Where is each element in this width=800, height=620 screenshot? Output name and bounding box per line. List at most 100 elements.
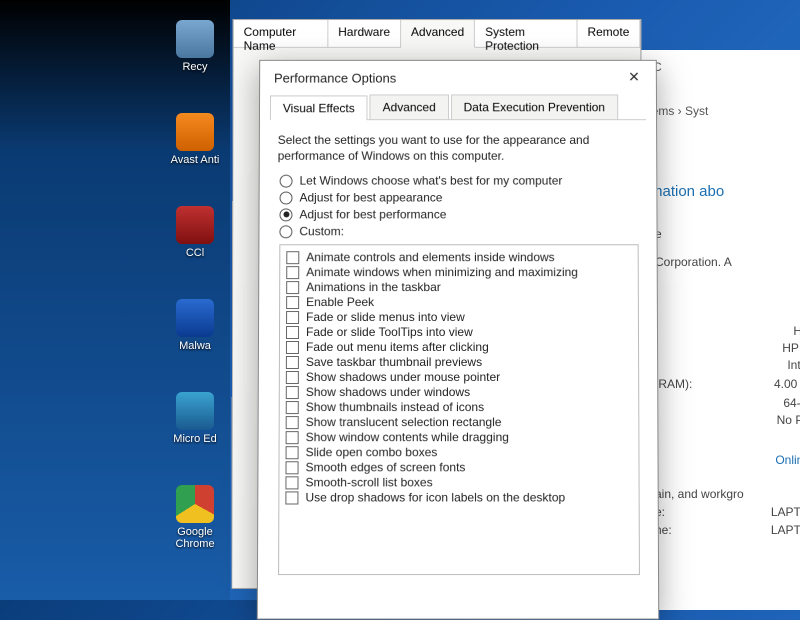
checkbox-row[interactable]: Fade out menu items after clicking <box>286 340 632 354</box>
checkbox-row[interactable]: Smooth-scroll list boxes <box>285 476 632 490</box>
radio-icon <box>279 225 292 238</box>
checkbox-label: Animations in the taskbar <box>306 280 441 294</box>
checkbox-row[interactable]: Show window contents while dragging <box>286 431 633 445</box>
checkbox-label: Show shadows under windows <box>306 385 470 399</box>
checkbox-row[interactable]: Smooth edges of screen fonts <box>285 461 632 475</box>
checkbox-icon <box>286 431 299 444</box>
performance-options-dialog: Performance Options ✕ Visual Effects Adv… <box>257 60 659 620</box>
checkbox-label: Fade out menu items after clicking <box>306 340 489 354</box>
desktop-icon-avast[interactable]: Avast Anti <box>163 113 227 166</box>
perf-body: Select the settings you want to use for … <box>258 120 658 618</box>
checkbox-row[interactable]: Use drop shadows for icon labels on the … <box>285 491 632 505</box>
checkbox-icon <box>286 326 299 339</box>
breadcrumb-path[interactable]: Items › Syst <box>645 104 800 118</box>
tab-remote[interactable]: Remote <box>577 20 640 47</box>
desktop-icon-malwarebytes[interactable]: Malwa <box>163 299 227 352</box>
close-button[interactable]: ✕ <box>620 67 648 89</box>
dialog-titlebar[interactable]: Performance Options ✕ <box>260 61 656 95</box>
checkbox-label: Use drop shadows for icon labels on the … <box>305 491 565 505</box>
checkbox-label: Fade or slide ToolTips into view <box>306 325 473 339</box>
checkbox-icon <box>286 281 299 294</box>
chrome-icon <box>176 485 214 523</box>
checkbox-icon <box>286 356 299 369</box>
breadcrumb[interactable]: PC <box>645 60 800 74</box>
checkbox-row[interactable]: Show translucent selection rectangle <box>286 415 633 429</box>
checkbox-row[interactable]: Slide open combo boxes <box>286 446 633 460</box>
desktop: Recy Avast Anti CCl Malwa Micro Ed Googl… <box>0 0 230 600</box>
radio-label: Custom: <box>299 225 344 239</box>
checkbox-icon <box>285 461 298 474</box>
checkbox-label: Animate windows when minimizing and maxi… <box>306 266 578 280</box>
close-icon: ✕ <box>628 69 640 85</box>
tab-advanced[interactable]: Advanced <box>401 20 475 48</box>
checkbox-label: Show translucent selection rectangle <box>306 415 502 429</box>
checkbox-label: Show window contents while dragging <box>306 431 509 445</box>
visual-effects-list[interactable]: Animate controls and elements inside win… <box>278 245 640 576</box>
system-properties-tabs: Computer Name Hardware Advanced System P… <box>234 20 641 48</box>
radio-best-performance[interactable]: Adjust for best performance <box>279 208 638 222</box>
checkbox-icon <box>286 416 299 429</box>
checkbox-label: Smooth edges of screen fonts <box>306 461 466 475</box>
radio-icon <box>279 208 292 221</box>
tab-hardware[interactable]: Hardware <box>328 20 401 47</box>
checkbox-icon <box>286 446 299 459</box>
checkbox-row[interactable]: Show shadows under windows <box>286 385 632 399</box>
radio-best-appearance[interactable]: Adjust for best appearance <box>280 191 639 205</box>
radio-label: Adjust for best appearance <box>299 191 442 205</box>
checkbox-icon <box>286 311 299 324</box>
tab-system-protection[interactable]: System Protection <box>475 20 577 47</box>
radio-icon <box>280 191 293 204</box>
desktop-icon-edge[interactable]: Micro Ed <box>163 392 227 445</box>
radio-custom[interactable]: Custom: <box>279 225 638 239</box>
tab-computer-name[interactable]: Computer Name <box>234 20 329 47</box>
edge-icon <box>176 392 214 430</box>
checkbox-row[interactable]: Fade or slide ToolTips into view <box>286 325 632 339</box>
info-heading: rmation abo <box>645 183 800 200</box>
desktop-icon-label: Malwa <box>163 340 227 352</box>
radio-icon <box>280 175 293 188</box>
checkbox-icon <box>286 341 299 354</box>
checkbox-label: Save taskbar thumbnail previews <box>306 355 482 369</box>
desktop-icon-label: Recy <box>163 61 227 73</box>
tab-advanced[interactable]: Advanced <box>370 94 449 119</box>
checkbox-icon <box>285 476 298 489</box>
desktop-icon-label: Avast Anti <box>163 154 227 166</box>
checkbox-icon <box>286 266 299 279</box>
info-value: HP <box>645 324 800 338</box>
online-link[interactable]: Online <box>645 453 800 467</box>
wg-value: LAPTO <box>771 523 800 537</box>
info-value: HP S <box>645 341 800 355</box>
checkbox-row[interactable]: Animate windows when minimizing and maxi… <box>286 266 632 280</box>
tab-visual-effects[interactable]: Visual Effects <box>270 95 368 120</box>
checkbox-row[interactable]: Show shadows under mouse pointer <box>286 370 632 384</box>
checkbox-row[interactable]: Save taskbar thumbnail previews <box>286 355 632 369</box>
malwarebytes-icon <box>176 299 214 337</box>
info-value: 4.00 G <box>774 377 800 391</box>
checkbox-row[interactable]: Fade or slide menus into view <box>286 310 632 324</box>
checkbox-label: Enable Peek <box>306 295 374 309</box>
checkbox-icon <box>286 401 299 414</box>
info-value: No Pe <box>645 413 800 427</box>
desktop-icon-chrome[interactable]: Google Chrome <box>163 485 227 550</box>
checkbox-row[interactable]: Show thumbnails instead of icons <box>286 400 633 414</box>
radio-label: Adjust for best performance <box>299 208 446 222</box>
checkbox-row[interactable]: Animate controls and elements inside win… <box>286 251 631 265</box>
checkbox-icon <box>285 491 298 504</box>
perf-tabs: Visual Effects Advanced Data Execution P… <box>270 94 646 120</box>
desktop-icon-label: CCl <box>163 247 227 259</box>
recycle-bin-icon <box>176 20 214 58</box>
ccleaner-icon <box>176 206 214 244</box>
checkbox-row[interactable]: Enable Peek <box>286 295 632 309</box>
checkbox-row[interactable]: Animations in the taskbar <box>286 280 632 294</box>
desktop-icon-label: Micro Ed <box>163 433 227 445</box>
tab-dep[interactable]: Data Execution Prevention <box>451 94 618 119</box>
info-row: me <box>645 227 800 241</box>
desktop-icon-recycle[interactable]: Recy <box>163 20 227 73</box>
checkbox-label: Slide open combo boxes <box>306 446 438 460</box>
checkbox-label: Animate controls and elements inside win… <box>306 251 554 265</box>
checkbox-label: Show shadows under mouse pointer <box>306 370 500 384</box>
info-row: ft Corporation. A <box>645 255 800 269</box>
radio-let-windows-choose[interactable]: Let Windows choose what's best for my co… <box>280 174 639 188</box>
desktop-icon-ccleaner[interactable]: CCl <box>163 206 227 259</box>
checkbox-icon <box>286 386 299 399</box>
